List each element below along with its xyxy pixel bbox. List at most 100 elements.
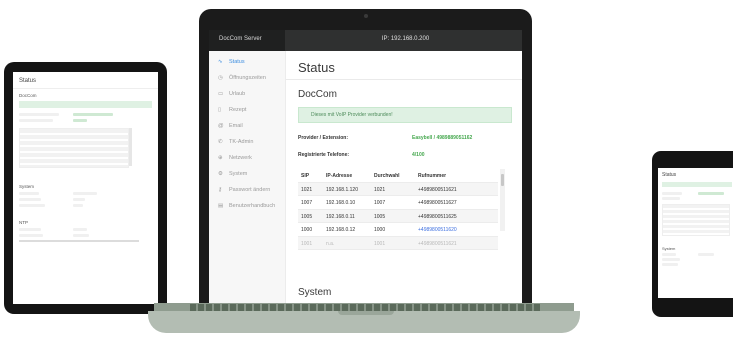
table-row: 1005 192.168.0.11 1005 +498980051162​5 [298, 209, 498, 223]
provider-value: Easybell / 4989889051162 [412, 135, 473, 141]
gear-icon: ⚙ [218, 171, 223, 177]
sidebar-item-oeffnungszeiten[interactable]: ◷ Öffnungszeiten [209, 72, 285, 85]
phone-alert [662, 182, 732, 187]
phone-screen: Status System [658, 168, 733, 298]
cell-ip: 192.168.0.12 [326, 227, 356, 233]
main-content: Status DocCom Dieses mit VoIP Provider v… [286, 51, 522, 303]
sidebar-item-label: Benutzerhandbuch [229, 203, 276, 209]
cell-sip: 1007 [301, 200, 313, 206]
cell-durchwahl: 1007 [374, 200, 386, 206]
sidebar-item-label: Rezept [229, 107, 247, 113]
sidebar: ∿ Status ◷ Öffnungszeiten ▭ Urlaub ▯ Rez… [209, 51, 286, 303]
sidebar-item-label: System [229, 171, 248, 177]
phone-table [662, 204, 730, 236]
tablet-ntp-title: NTP [19, 220, 28, 225]
tablet-line [19, 204, 45, 207]
section-title-system: System [298, 287, 332, 298]
alert-text: Dieses mit VoIP Provider verbunden! [311, 112, 393, 118]
phone-line [698, 192, 724, 195]
cell-ip: 192.168.0.11 [326, 213, 355, 220]
cell-rufnummer: +498980051162​5 [418, 213, 457, 220]
cell-durchwahl: 1005 [374, 213, 386, 220]
tablet-line [73, 198, 85, 201]
connection-alert: Dieses mit VoIP Provider verbunden! [298, 107, 512, 123]
cell-rufnummer: +498980051162​1 [418, 240, 457, 247]
cell-sip: 1001 [301, 240, 313, 247]
phone-line [698, 253, 714, 256]
laptop-notch [338, 311, 394, 315]
tablet-line [19, 192, 39, 195]
column-header-rufnummer[interactable]: Rufnummer [418, 173, 446, 179]
cell-rufnummer-link[interactable]: +498980051162​0 [418, 227, 457, 233]
phone-line [662, 263, 678, 266]
cell-rufnummer: +498980051162​1 [418, 186, 457, 193]
at-icon: @ [218, 123, 224, 129]
cell-sip: 1000 [301, 227, 313, 233]
tablet-section-title: DocCom [19, 93, 37, 98]
sidebar-item-label: Passwort ändern [229, 187, 271, 193]
sidebar-item-passwort[interactable]: ⚷ Passwort ändern [209, 184, 285, 197]
sidebar-item-label: Email [229, 123, 243, 129]
sidebar-item-benutzerhandbuch[interactable]: ▤ Benutzerhandbuch [209, 200, 285, 213]
sidebar-item-label: TK-Admin [229, 139, 254, 145]
cell-ip: n.a. [326, 240, 335, 247]
phone-line [662, 192, 682, 195]
tablet-line [19, 228, 41, 231]
heartbeat-icon: ∿ [218, 59, 223, 65]
tablet-device: Status DocCom System NTP [4, 62, 167, 314]
cell-durchwahl: 1001 [374, 240, 386, 247]
tablet-line [19, 113, 59, 116]
cell-ip: 192.168.1.120 [326, 186, 358, 193]
sip-table: SIP IP-Adresse Durchwahl Rufnummer 1021 … [298, 169, 498, 250]
phones-value: 4/100 [412, 152, 425, 158]
tablet-line [19, 234, 43, 237]
provider-label: Provider / Extension: [298, 135, 349, 141]
sidebar-item-netzwerk[interactable]: ⊕ Netzwerk [209, 152, 285, 165]
sidebar-item-urlaub[interactable]: ▭ Urlaub [209, 88, 285, 101]
sidebar-item-tk-admin[interactable]: ✆ TK-Admin [209, 136, 285, 149]
table-row: 1000 192.168.0.12 1000 +498980051162​0 [298, 223, 498, 237]
book-icon: ▤ [218, 203, 224, 209]
tablet-line [73, 228, 87, 231]
table-scrollbar-thumb[interactable] [501, 174, 504, 186]
suitcase-icon: ▭ [218, 91, 224, 97]
divider [13, 88, 158, 89]
table-row: 1021 192.168.1.120 1021 +498980051162​1 [298, 182, 498, 196]
cell-durchwahl: 1000 [374, 227, 386, 233]
phones-label: Registrierte Telefone: [298, 152, 350, 158]
column-header-durchwahl[interactable]: Durchwahl [374, 173, 400, 179]
tablet-line [73, 192, 97, 195]
tablet-system-title: System [19, 184, 35, 189]
tablet-line [19, 198, 41, 201]
network-icon: ⊕ [218, 155, 223, 161]
sidebar-item-label: Urlaub [229, 91, 246, 97]
tablet-line [73, 234, 89, 237]
cell-ip: 192.168.0.10 [326, 200, 356, 206]
ip-address-label: IP: 192.168.0.200 [381, 36, 430, 42]
phone-line [662, 253, 676, 256]
sidebar-item-rezept[interactable]: ▯ Rezept [209, 104, 285, 117]
column-header-ip[interactable]: IP-Adresse [326, 173, 352, 179]
phone-system-title: System [662, 246, 676, 251]
sidebar-item-system[interactable]: ⚙ System [209, 168, 285, 181]
column-header-sip[interactable]: SIP [301, 173, 309, 179]
cell-sip: 1005 [301, 213, 313, 220]
tablet-line [73, 113, 113, 116]
sidebar-item-email[interactable]: @ Email [209, 120, 285, 133]
sidebar-item-status[interactable]: ∿ Status [209, 56, 285, 69]
phone-page-title: Status [662, 172, 677, 178]
clock-icon: ◷ [218, 75, 223, 81]
divider [286, 79, 522, 80]
phone-icon: ✆ [218, 139, 223, 145]
table-row: 1007 192.168.0.10 1007 +498980051162​7 [298, 196, 498, 210]
phone-device: Status System [652, 151, 733, 317]
table-header-row: SIP IP-Adresse Durchwahl Rufnummer [298, 169, 498, 183]
sidebar-item-label: Netzwerk [229, 155, 252, 161]
cell-sip: 1021 [301, 186, 313, 193]
page-title: Status [298, 60, 335, 75]
cell-durchwahl: 1021 [374, 186, 386, 193]
tablet-line [73, 204, 83, 207]
tablet-screen: Status DocCom System NTP [13, 72, 158, 304]
tablet-scrollbar[interactable] [129, 128, 132, 166]
tablet-line [19, 119, 53, 122]
